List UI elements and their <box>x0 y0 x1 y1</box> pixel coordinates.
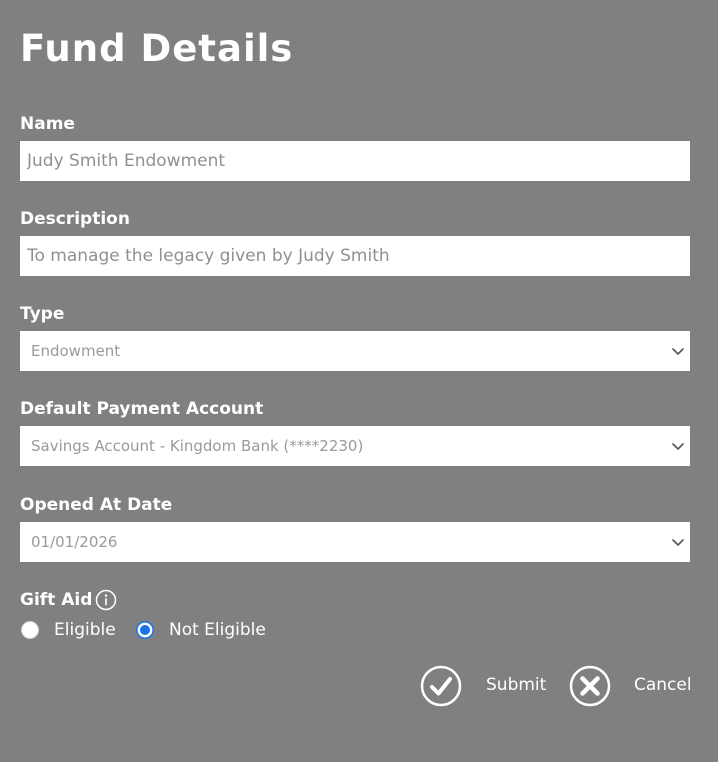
chevron-down-icon <box>672 443 684 450</box>
gift-aid-label: Gift Aid <box>20 590 93 610</box>
submit-button[interactable]: Submit <box>420 665 546 709</box>
opened-at-date-select[interactable]: 01/01/2026 <box>20 522 690 562</box>
info-icon[interactable] <box>95 589 117 611</box>
chevron-down-icon <box>672 539 684 546</box>
default-payment-account-label: Default Payment Account <box>20 399 264 419</box>
type-select[interactable]: Endowment <box>20 331 690 371</box>
description-input[interactable] <box>20 236 690 276</box>
name-input[interactable] <box>20 141 690 181</box>
gift-aid-eligible-label: Eligible <box>54 620 116 640</box>
radio-unselected-icon <box>21 621 39 639</box>
default-payment-account-select[interactable]: Savings Account - Kingdom Bank (****2230… <box>20 426 690 466</box>
type-label: Type <box>20 304 65 324</box>
gift-aid-not-eligible-label: Not Eligible <box>169 620 266 640</box>
chevron-down-icon <box>672 348 684 355</box>
type-select-value: Endowment <box>31 342 121 360</box>
name-label: Name <box>20 114 75 134</box>
close-circle-icon <box>569 665 611 707</box>
opened-at-date-value: 01/01/2026 <box>31 533 118 551</box>
description-label: Description <box>20 209 130 229</box>
radio-selected-icon <box>136 621 154 639</box>
checkmark-circle-icon <box>420 665 462 707</box>
cancel-label: Cancel <box>634 675 692 695</box>
cancel-button[interactable]: Cancel <box>569 665 692 709</box>
submit-label: Submit <box>486 675 547 695</box>
default-payment-account-value: Savings Account - Kingdom Bank (****2230… <box>31 437 364 455</box>
page-title: Fund Details <box>20 27 294 70</box>
opened-at-date-label: Opened At Date <box>20 495 173 515</box>
